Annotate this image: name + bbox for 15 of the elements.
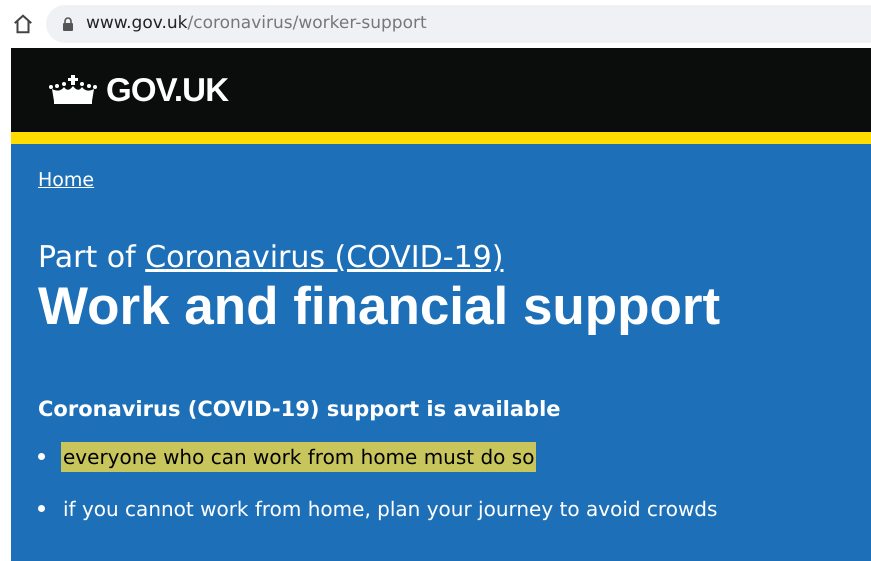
crown-icon <box>48 75 98 105</box>
bullet-icon <box>38 505 45 512</box>
bullet-text: everyone who can work from home must do so <box>61 442 536 472</box>
coronavirus-link[interactable]: Coronavirus (COVID-19) <box>145 240 504 274</box>
part-of-text: Part of <box>38 240 138 274</box>
url-text: www.gov.uk/coronavirus/worker-support <box>86 12 427 36</box>
home-link[interactable]: Home <box>38 166 94 194</box>
section-heading: Coronavirus (COVID-19) support is available <box>38 396 562 424</box>
home-icon[interactable] <box>12 13 34 35</box>
bullet-text: if you cannot work from home, plan your journey to avoid crowds <box>62 496 718 523</box>
bullet-icon <box>38 453 45 460</box>
logo-text[interactable]: GOV.UK <box>106 65 228 115</box>
page-heading: Work and financial support <box>38 276 722 338</box>
address-bar[interactable]: www.gov.uk/coronavirus/worker-support <box>46 5 871 43</box>
lock-icon <box>62 17 74 31</box>
